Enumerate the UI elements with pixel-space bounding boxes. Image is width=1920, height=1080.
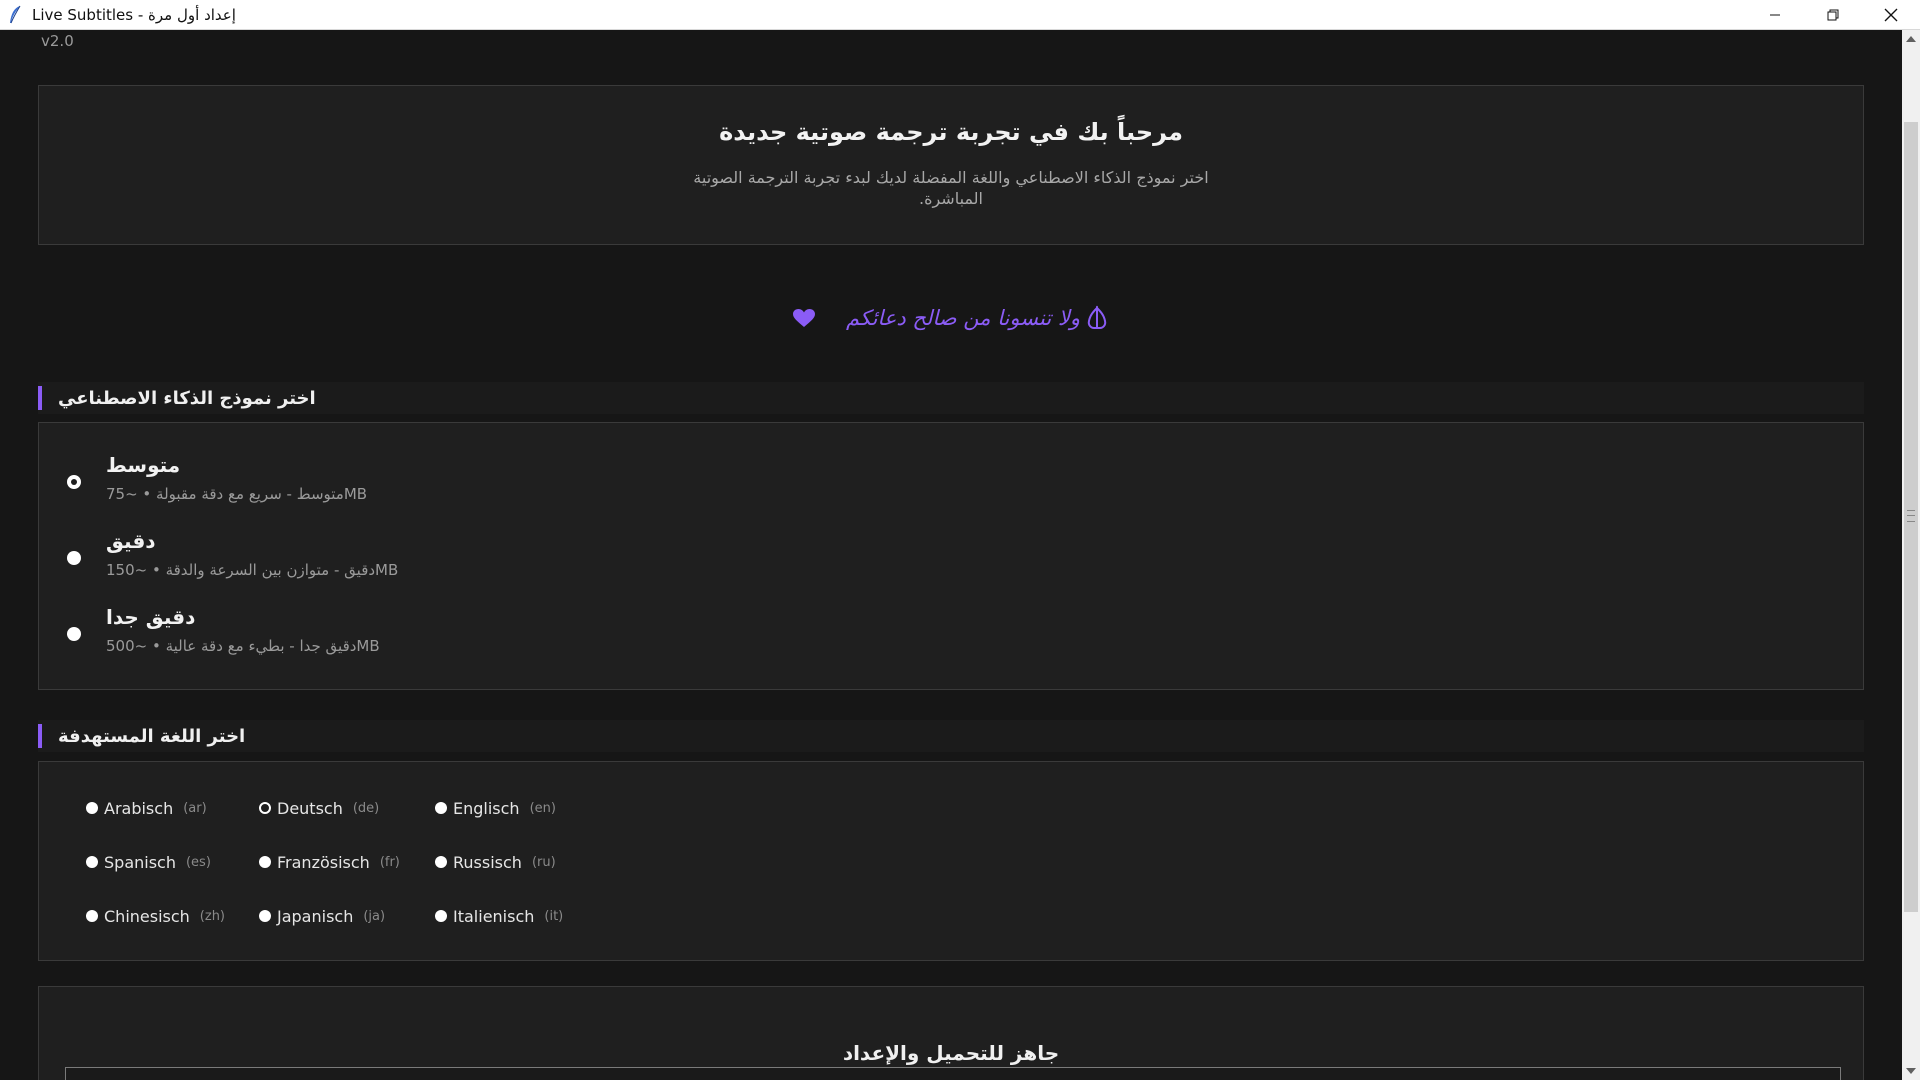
scrollbar-thumb[interactable] (1904, 122, 1918, 912)
lang-option-de[interactable]: Deutsch (de) (259, 797, 379, 819)
model-option-title: متوسط (106, 453, 181, 477)
lang-name: Französisch (277, 852, 370, 872)
lang-code: (ja) (363, 908, 386, 924)
welcome-title: مرحباً بك في تجربة ترجمة صوتية جديدة (719, 118, 1183, 146)
lang-code: (de) (352, 800, 380, 816)
lang-radio[interactable] (435, 856, 447, 868)
lang-code: (en) (529, 800, 556, 816)
model-option-very-accurate[interactable]: دقيق جدا دقيق جدا - بطيء مع دقة عالية • … (39, 605, 1863, 667)
model-option-desc: متوسط - سريع مع دقة مقبولة • ~75MB (106, 485, 368, 503)
title-bar: Live Subtitles - إعداد أول مرة (0, 0, 1920, 30)
lang-option-it[interactable]: Italienisch (it) (435, 905, 563, 927)
window-controls (1746, 0, 1920, 29)
language-section-header: اختر اللغة المستهدفة (38, 720, 1864, 752)
model-radio-medium[interactable] (67, 475, 81, 489)
lang-option-ja[interactable]: Japanisch (ja) (259, 905, 385, 927)
lang-radio[interactable] (259, 856, 271, 868)
lang-option-fr[interactable]: Französisch (fr) (259, 851, 400, 873)
section-accent-bar (38, 386, 42, 410)
minimize-button[interactable] (1746, 0, 1804, 29)
dua-row: ولا تنسونا من صالح دعائكم (0, 298, 1902, 338)
model-radio-very-accurate[interactable] (67, 627, 81, 641)
lang-name: Italienisch (453, 906, 535, 926)
lang-name: Englisch (453, 798, 520, 818)
welcome-card: مرحباً بك في تجربة ترجمة صوتية جديدة اخت… (38, 85, 1864, 245)
lang-name: Russisch (453, 852, 522, 872)
lang-radio[interactable] (259, 910, 271, 922)
lang-radio[interactable] (86, 910, 98, 922)
dua-message: ولا تنسونا من صالح دعائكم (792, 305, 1110, 331)
model-option-medium[interactable]: متوسط متوسط - سريع مع دقة مقبولة • ~75MB (39, 453, 1863, 515)
heart-icon (792, 308, 816, 328)
model-section-header: اختر نموذج الذكاء الاصطناعي (38, 382, 1864, 414)
ready-title: جاهز للتحميل والإعداد (842, 1041, 1060, 1065)
lang-radio[interactable] (435, 802, 447, 814)
window-title: Live Subtitles - إعداد أول مرة (32, 5, 236, 24)
model-option-desc: دقيق جدا - بطيء مع دقة عالية • ~500MB (106, 637, 380, 655)
model-option-accurate[interactable]: دقيق دقيق - متوازن بين السرعة والدقة • ~… (39, 529, 1863, 591)
lang-option-es[interactable]: Spanisch (es) (86, 851, 211, 873)
vertical-scrollbar[interactable] (1902, 30, 1920, 1080)
lang-code: (fr) (379, 854, 400, 870)
lang-name: Deutsch (277, 798, 343, 818)
model-option-title: دقيق جدا (106, 605, 196, 629)
grip-icon (1907, 510, 1915, 522)
lang-code: (ar) (183, 800, 207, 816)
restore-button[interactable] (1804, 0, 1862, 29)
lang-name: Chinesisch (104, 906, 190, 926)
download-progress-bar (65, 1067, 1841, 1080)
version-label: v2.0 (41, 32, 74, 50)
lang-code: (ru) (531, 854, 556, 870)
welcome-subtitle: اختر نموذج الذكاء الاصطناعي واللغة المفض… (693, 168, 1209, 208)
language-section-title: اختر اللغة المستهدفة (58, 725, 246, 747)
lang-code: (it) (544, 908, 564, 924)
lang-name: Japanisch (277, 906, 354, 926)
model-section-title: اختر نموذج الذكاء الاصطناعي (58, 387, 316, 409)
client-area: v2.0 مرحباً بك في تجربة ترجمة صوتية جديد… (0, 30, 1902, 1080)
lang-option-zh[interactable]: Chinesisch (zh) (86, 905, 225, 927)
lang-radio[interactable] (86, 802, 98, 814)
lang-radio[interactable] (435, 910, 447, 922)
lang-option-ar[interactable]: Arabisch (ar) (86, 797, 207, 819)
scroll-up-arrow-icon[interactable] (1902, 30, 1920, 48)
lang-name: Spanisch (104, 852, 176, 872)
praying-hands-icon (1084, 305, 1110, 331)
model-options-card: متوسط متوسط - سريع مع دقة مقبولة • ~75MB… (38, 422, 1864, 690)
model-option-desc: دقيق - متوازن بين السرعة والدقة • ~150MB (106, 561, 399, 579)
model-option-title: دقيق (106, 529, 156, 553)
model-radio-accurate[interactable] (67, 551, 81, 565)
ready-card: جاهز للتحميل والإعداد (38, 986, 1864, 1080)
lang-option-en[interactable]: Englisch (en) (435, 797, 556, 819)
dua-text: ولا تنسونا من صالح دعائكم (846, 306, 1080, 330)
lang-radio[interactable] (259, 802, 271, 814)
close-button[interactable] (1862, 0, 1920, 29)
lang-code: (zh) (199, 908, 226, 924)
scroll-down-arrow-icon[interactable] (1902, 1062, 1920, 1080)
section-accent-bar (38, 724, 42, 748)
lang-name: Arabisch (104, 798, 174, 818)
feather-icon (4, 4, 26, 26)
language-options-card: Arabisch (ar) Deutsch (de) Englisch (en)… (38, 761, 1864, 961)
lang-option-ru[interactable]: Russisch (ru) (435, 851, 556, 873)
lang-radio[interactable] (86, 856, 98, 868)
lang-code: (es) (185, 854, 211, 870)
